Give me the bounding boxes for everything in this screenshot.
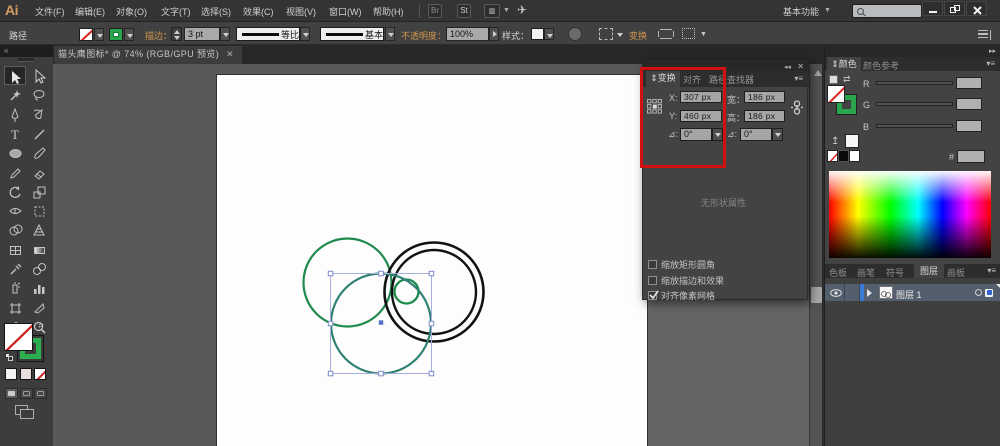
svg-text:T: T — [11, 127, 19, 142]
